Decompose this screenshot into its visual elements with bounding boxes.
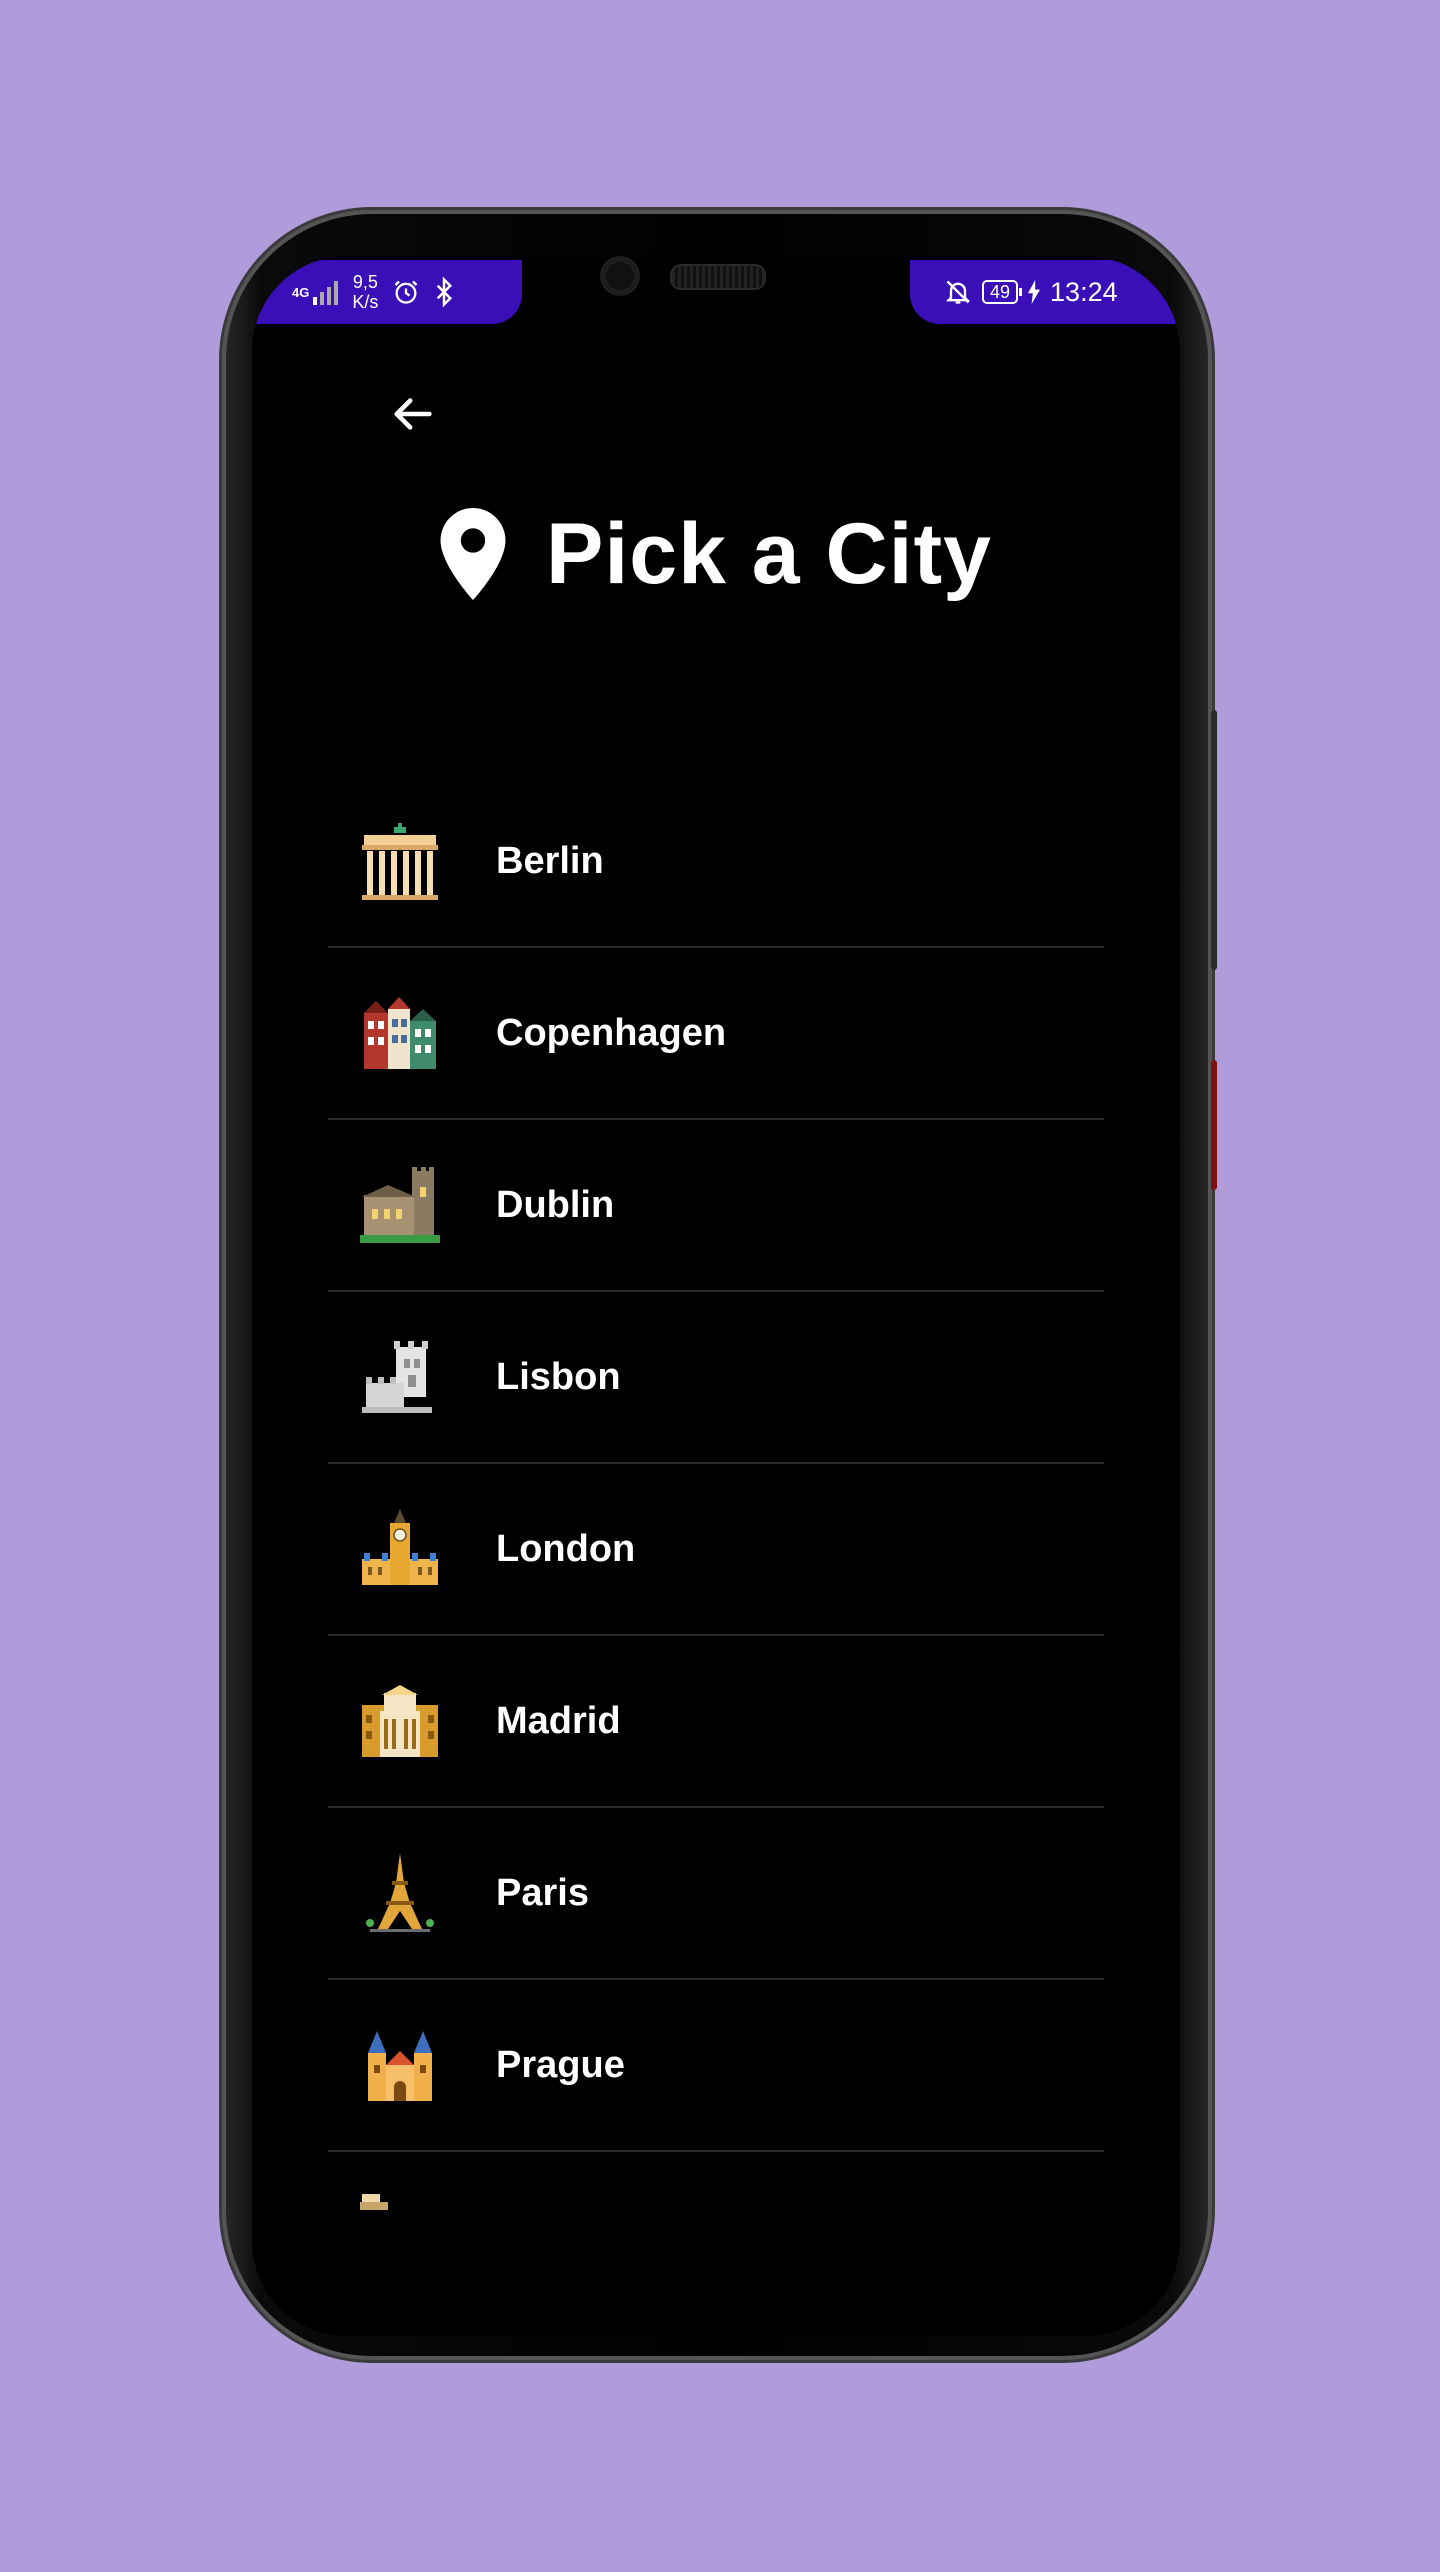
- earpiece-speaker: [670, 264, 766, 290]
- clock: 13:24: [1050, 276, 1118, 307]
- city-name: London: [496, 1527, 636, 1570]
- city-item-copenhagen[interactable]: Copenhagen: [328, 948, 1104, 1120]
- belem-tower-icon: [362, 1341, 432, 1413]
- page-title: Pick a City: [546, 505, 992, 602]
- city-name: Prague: [496, 2043, 625, 2086]
- volume-button: [1211, 1060, 1217, 1190]
- city-name: Dublin: [496, 1183, 615, 1226]
- castle-icon: [360, 1167, 440, 1243]
- city-item-prague[interactable]: Prague: [328, 1980, 1104, 2152]
- city-icon-partial: [360, 2194, 388, 2210]
- speed-unit: K/s: [352, 292, 379, 312]
- signal-bars-icon: [313, 279, 339, 305]
- city-item-berlin[interactable]: Berlin: [328, 776, 1104, 948]
- power-button: [1211, 710, 1217, 970]
- charging-icon: [1028, 280, 1041, 304]
- city-item-dublin[interactable]: Dublin: [328, 1120, 1104, 1292]
- nyhavn-houses-icon: [364, 997, 436, 1069]
- city-list: Berlin Copenhagen Dublin Lisbon London M…: [328, 776, 1104, 2252]
- notifications-off-icon: [945, 280, 971, 304]
- bluetooth-icon: [437, 277, 453, 307]
- location-pin-icon: [440, 508, 506, 600]
- city-item-paris[interactable]: Paris: [328, 1808, 1104, 1980]
- big-ben-icon: [362, 1509, 438, 1585]
- status-bar-right: 49 13:24: [910, 260, 1180, 324]
- city-name: Madrid: [496, 1699, 621, 1742]
- page-header: Pick a City: [252, 504, 1180, 604]
- network-type: 4G: [292, 284, 310, 300]
- app-screen: 4G 9,5 K/s 49 13:24 Pick a City Berlin C…: [252, 256, 1180, 2336]
- cathedral-icon: [368, 2031, 432, 2101]
- eiffel-tower-icon: [366, 1853, 434, 1932]
- signal-indicator: 4G: [292, 279, 339, 305]
- status-bar-left: 4G 9,5 K/s: [252, 260, 522, 324]
- city-item-london[interactable]: London: [328, 1464, 1104, 1636]
- brandenburg-gate-icon: [362, 823, 438, 900]
- back-button[interactable]: [386, 386, 442, 442]
- city-item-lisbon[interactable]: Lisbon: [328, 1292, 1104, 1464]
- palace-icon: [362, 1685, 438, 1757]
- city-item-madrid[interactable]: Madrid: [328, 1636, 1104, 1808]
- battery-level: 49: [982, 280, 1023, 304]
- arrow-left-icon: [394, 398, 432, 430]
- city-name: Copenhagen: [496, 1011, 727, 1054]
- city-name: Berlin: [496, 839, 604, 882]
- front-camera: [600, 256, 640, 296]
- alarm-icon: [395, 280, 418, 304]
- speed-value: 9,5: [352, 272, 378, 292]
- network-speed: 9,5 K/s: [352, 272, 378, 312]
- list-item-partial: [328, 2152, 1104, 2252]
- city-name: Paris: [496, 1871, 589, 1914]
- city-name: Lisbon: [496, 1355, 621, 1398]
